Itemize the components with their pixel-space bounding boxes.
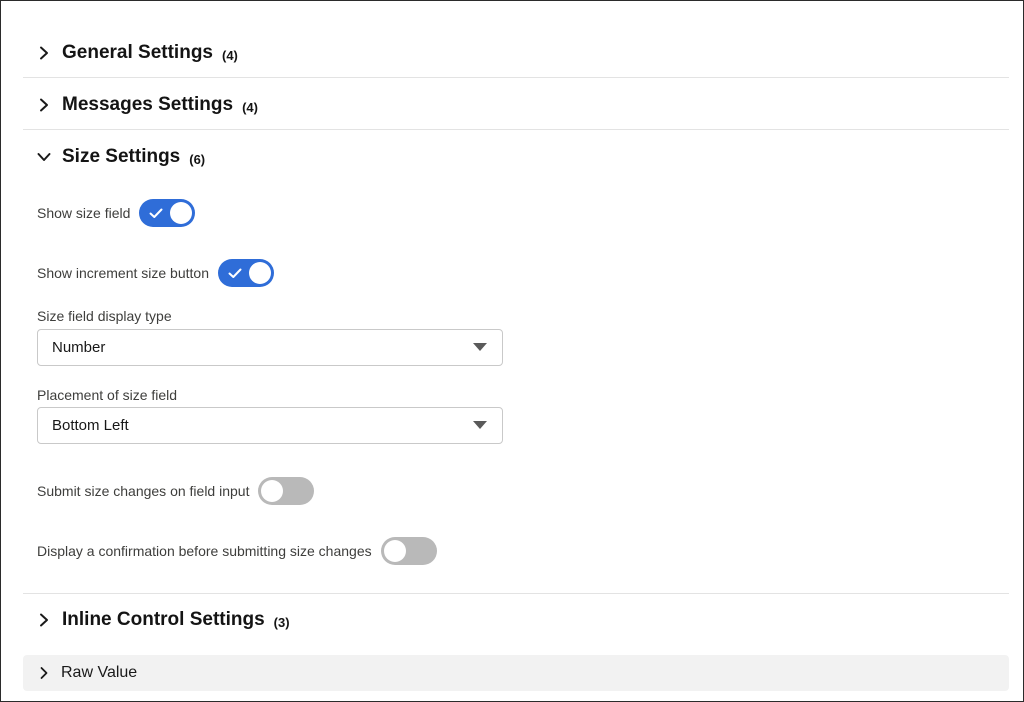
- show-size-field-label: Show size field: [37, 205, 131, 221]
- inline-control-settings-count: (3): [273, 614, 290, 630]
- caret-down-icon: [472, 417, 488, 435]
- inline-control-settings-title: Inline Control Settings: [62, 609, 265, 630]
- show-size-field-row: Show size field: [37, 199, 196, 227]
- section-size-settings: Size Settings (6): [23, 131, 1009, 183]
- section-messages-settings: Messages Settings (4): [23, 79, 1009, 131]
- placement-value: Bottom Left: [52, 417, 129, 434]
- messages-settings-header[interactable]: Messages Settings (4): [23, 79, 1009, 131]
- show-size-field-toggle[interactable]: [139, 199, 196, 227]
- general-settings-header[interactable]: General Settings (4): [23, 27, 1009, 79]
- size-settings-count: (6): [189, 151, 206, 167]
- show-increment-button-label: Show increment size button: [37, 265, 209, 281]
- section-inline-control-settings: Inline Control Settings (3): [23, 594, 1009, 646]
- display-type-select[interactable]: Number: [37, 329, 503, 366]
- placement-select[interactable]: Bottom Left: [37, 407, 503, 444]
- placement-label: Placement of size field: [37, 387, 178, 403]
- general-settings-title: General Settings: [62, 42, 213, 63]
- divider: [23, 129, 1009, 130]
- submit-on-input-toggle[interactable]: [258, 477, 315, 505]
- show-increment-button-toggle[interactable]: [217, 259, 274, 287]
- size-settings-title: Size Settings: [62, 146, 181, 167]
- size-settings-header[interactable]: Size Settings (6): [23, 131, 1009, 183]
- chevron-right-icon: [35, 664, 53, 682]
- divider: [23, 77, 1009, 78]
- raw-value-label: Raw Value: [61, 664, 138, 681]
- inline-control-settings-header[interactable]: Inline Control Settings (3): [23, 594, 1009, 646]
- settings-panel: General Settings (4) Messages Settings (…: [0, 0, 1024, 702]
- messages-settings-count: (4): [242, 99, 258, 115]
- toggle-knob: [261, 480, 284, 502]
- check-icon: [227, 265, 243, 286]
- display-type-value: Number: [52, 339, 106, 356]
- toggle-knob: [170, 202, 193, 224]
- check-icon: [148, 205, 164, 226]
- messages-settings-title: Messages Settings: [62, 94, 234, 115]
- show-increment-button-row: Show increment size button: [37, 259, 274, 287]
- chevron-right-icon: [35, 96, 53, 114]
- toggle-knob: [248, 262, 271, 284]
- display-type-label: Size field display type: [37, 308, 172, 324]
- submit-on-input-row: Submit size changes on field input: [37, 477, 315, 505]
- submit-on-input-label: Submit size changes on field input: [37, 483, 250, 499]
- confirm-before-submit-toggle[interactable]: [380, 537, 437, 565]
- toggle-knob: [383, 540, 406, 562]
- chevron-right-icon: [35, 44, 53, 62]
- section-general-settings: General Settings (4): [23, 27, 1009, 79]
- confirm-before-submit-row: Display a confirmation before submitting…: [37, 537, 437, 565]
- raw-value-toggle[interactable]: Raw Value: [23, 655, 1009, 691]
- caret-down-icon: [472, 339, 488, 357]
- general-settings-count: (4): [222, 47, 238, 63]
- chevron-down-icon: [35, 148, 53, 166]
- confirm-before-submit-label: Display a confirmation before submitting…: [37, 543, 372, 559]
- chevron-right-icon: [35, 611, 53, 629]
